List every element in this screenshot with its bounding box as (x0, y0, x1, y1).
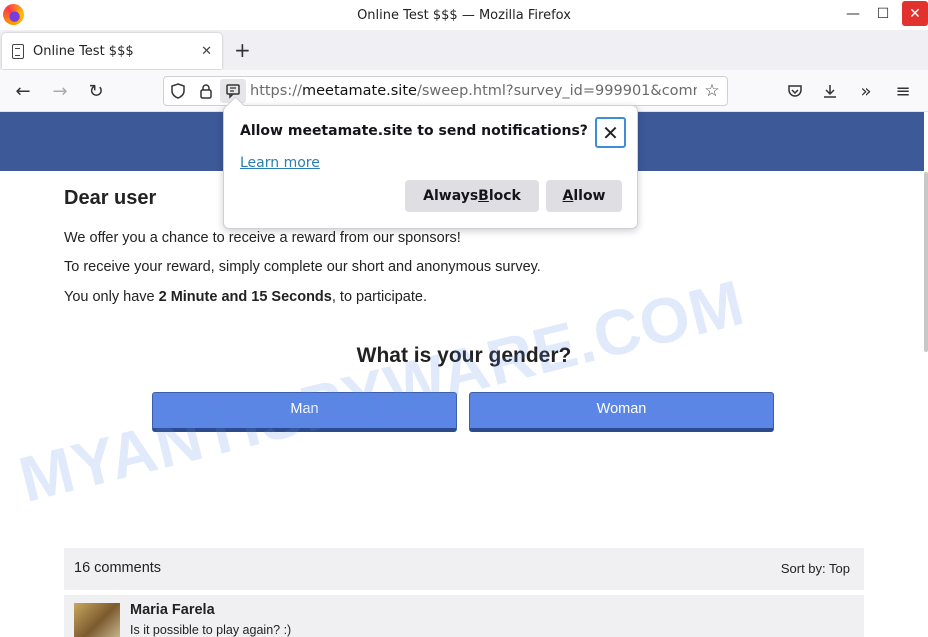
allow-button[interactable]: Allow (546, 180, 622, 212)
block-label-pre: Always (423, 188, 479, 204)
app-menu-button[interactable]: ≡ (890, 78, 916, 104)
bookmark-star-icon[interactable]: ☆ (697, 81, 727, 101)
comments-header: 16 comments Sort by: Top (64, 548, 864, 590)
sort-selector[interactable]: Sort by: Top (781, 561, 850, 576)
url-scheme: https:// (250, 83, 302, 99)
allow-label-post: llow (573, 188, 606, 204)
intro-text-2: To receive your reward, simply complete … (64, 259, 541, 275)
page-icon (12, 43, 24, 59)
tab-online-test[interactable]: Online Test $$$ ✕ (2, 33, 222, 69)
timer-value: 2 Minute and 15 Seconds (158, 289, 332, 305)
window-titlebar: Online Test $$$ — Mozilla Firefox — ☐ ✕ (0, 0, 928, 30)
download-icon (824, 85, 836, 98)
downloads-button[interactable] (817, 78, 843, 104)
reload-button[interactable]: ↻ (83, 78, 109, 104)
block-label-accel: B (478, 188, 489, 204)
timer-text: You only have 2 Minute and 15 Seconds, t… (64, 289, 427, 305)
timer-prefix: You only have (64, 289, 159, 305)
tracking-protection-shield-icon[interactable] (164, 77, 192, 105)
popup-close-button[interactable]: ✕ (595, 117, 626, 148)
page-scrollbar[interactable] (924, 112, 928, 637)
commenter-avatar (74, 603, 120, 637)
tab-title: Online Test $$$ (33, 43, 134, 59)
block-label-post: lock (488, 188, 521, 204)
timer-suffix: , to participate. (331, 289, 427, 305)
allow-label-accel: A (562, 188, 574, 204)
notification-permission-popup: Allow meetamate.site to send notificatio… (223, 105, 638, 229)
pocket-button[interactable] (782, 78, 808, 104)
answer-man-button[interactable]: Man (152, 392, 457, 432)
forward-button[interactable]: → (47, 78, 73, 104)
sort-label: Sort by: (780, 561, 826, 576)
minimize-button[interactable]: — (838, 0, 868, 28)
commenter-name[interactable]: Maria Farela (130, 602, 215, 618)
sort-value[interactable]: Top (829, 561, 850, 576)
back-button[interactable]: ← (10, 78, 36, 104)
answer-woman-button[interactable]: Woman (469, 392, 774, 432)
overflow-menu-button[interactable]: » (853, 78, 879, 104)
tab-strip: Online Test $$$ ✕ + (0, 30, 928, 70)
tab-close-icon[interactable]: ✕ (201, 44, 212, 59)
popup-title: Allow meetamate.site to send notificatio… (240, 123, 588, 139)
comment-text: Is it possible to play again? :) (130, 623, 292, 637)
url-host: meetamate.site (301, 83, 417, 99)
url-text[interactable]: https://meetamate.site/sweep.html?survey… (250, 83, 697, 99)
scrollbar-thumb[interactable] (924, 172, 928, 352)
window-controls: — ☐ ✕ (838, 0, 928, 30)
intro-text-1: We offer you a chance to receive a rewar… (64, 230, 461, 246)
new-tab-button[interactable]: + (234, 38, 251, 62)
url-bar[interactable]: https://meetamate.site/sweep.html?survey… (163, 76, 728, 106)
comment-item: Maria Farela Is it possible to play agai… (64, 595, 864, 637)
firefox-logo-icon (3, 4, 24, 25)
survey-question: What is your gender? (356, 344, 572, 367)
lock-icon[interactable] (192, 77, 220, 105)
window-title: Online Test $$$ — Mozilla Firefox (357, 7, 571, 23)
greeting-heading: Dear user (64, 187, 157, 209)
always-block-button[interactable]: Always Block (405, 180, 539, 212)
pocket-icon (788, 85, 802, 97)
comments-count: 16 comments (74, 560, 162, 576)
close-window-button[interactable]: ✕ (902, 1, 928, 26)
url-path: /sweep.html?survey_id=999901&comm (416, 83, 697, 99)
learn-more-link[interactable]: Learn more (240, 155, 320, 171)
maximize-button[interactable]: ☐ (868, 0, 898, 28)
